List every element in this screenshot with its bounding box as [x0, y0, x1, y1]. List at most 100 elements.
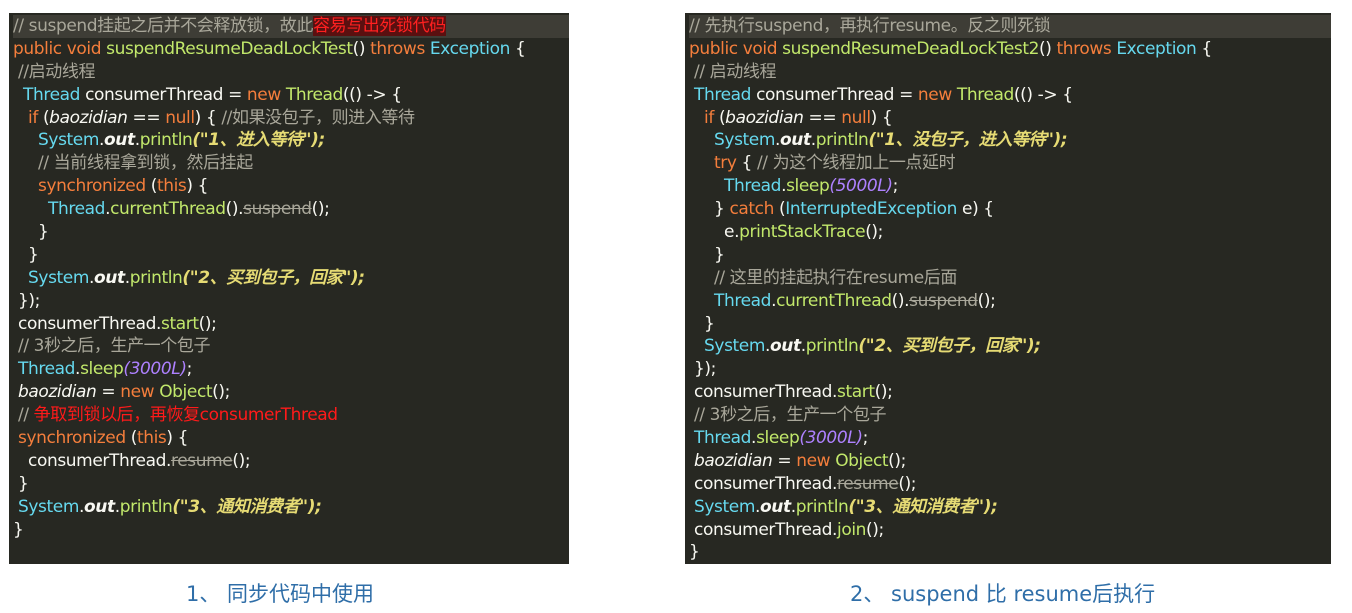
code-line: // 这里的挂起执行在resume后面: [689, 267, 1331, 290]
code-token: if: [689, 107, 719, 128]
code-token: =: [772, 450, 797, 471]
code-token: (3000L): [123, 359, 187, 380]
code-token: consumerThread.: [689, 382, 838, 403]
code-line: }: [689, 541, 1331, 564]
code-token: System: [689, 496, 755, 517]
code-token: this: [136, 428, 167, 449]
code-token: resume: [837, 473, 899, 494]
code-line: });: [13, 290, 569, 313]
code-line: System.out.println("2、买到包子，回家");: [13, 267, 569, 290]
code-token: try: [689, 153, 742, 174]
code-line: // 当前线程拿到锁，然后挂起: [13, 152, 569, 175]
code-token: Exception: [1116, 38, 1197, 59]
code-token: out: [94, 267, 125, 288]
code-token: new: [246, 84, 286, 105]
code-line: baozidian = new Object();: [13, 381, 569, 404]
code-token: ;: [186, 359, 193, 380]
code-token: 容易写出死锁代码: [312, 16, 446, 36]
code-token: null: [165, 107, 195, 128]
code-line: // 启动线程: [689, 61, 1331, 84]
code-token: consumerThread =: [756, 84, 918, 105]
code-token: sleep: [786, 176, 830, 197]
code-line: Thread.sleep(5000L);: [689, 175, 1331, 198]
code-token: Thread: [13, 84, 86, 105]
code-token: throws: [370, 38, 430, 59]
code-line: System.out.println("3、通知消费者");: [13, 496, 569, 519]
code-token: ("1、进入等待");: [192, 130, 325, 151]
code-token: ) {: [166, 428, 189, 449]
code-token: currentThread: [776, 290, 892, 311]
code-line: Thread consumerThread = new Thread(() ->…: [689, 84, 1331, 107]
code-token: ("3、通知消费者");: [172, 496, 322, 517]
code-token: // 先执行suspend，再执行resume。反之则死锁: [689, 16, 1051, 36]
code-token: ();: [198, 313, 217, 334]
code-token: ();: [311, 199, 330, 220]
code-token: start: [161, 313, 199, 334]
code-token: println: [139, 130, 193, 151]
code-token: =: [96, 382, 121, 403]
code-token: // 3秒之后，生产一个包子: [689, 405, 887, 426]
code-token: new: [917, 84, 957, 105]
code-token: ) {: [186, 176, 209, 197]
code-token: consumerThread =: [85, 84, 247, 105]
code-token: Thread: [689, 290, 772, 311]
code-line: consumerThread.join();: [689, 519, 1331, 542]
code-line: });: [689, 358, 1331, 381]
code-line: }: [689, 244, 1331, 267]
code-token: Thread: [13, 199, 106, 220]
code-token: System: [13, 130, 100, 151]
code-line: System.out.println("3、通知消费者");: [689, 496, 1331, 519]
code-token: }: [689, 313, 715, 334]
code-token: }: [689, 244, 725, 265]
code-line: // 争取到锁以后，再恢复consumerThread: [13, 404, 569, 427]
code-line: consumerThread.start();: [13, 313, 569, 336]
code-token: System: [689, 336, 766, 357]
code-line: } catch (InterruptedException e) {: [689, 198, 1331, 221]
code-token: consumerThread.: [689, 519, 838, 540]
code-token: baozidian: [13, 382, 97, 403]
code-token: ();: [212, 382, 230, 403]
code-token: out: [760, 496, 791, 517]
code-line: }: [13, 473, 569, 496]
code-token: }: [13, 244, 39, 265]
code-token: (3000L): [799, 428, 863, 449]
code-token: this: [156, 176, 187, 197]
code-token: ("2、买到包子，回家");: [858, 336, 1041, 357]
code-token: Object: [835, 450, 889, 471]
code-line: }: [13, 519, 569, 542]
code-token: //启动线程: [13, 61, 96, 82]
code-line: // suspend挂起之后并不会释放锁，故此容易写出死锁代码: [13, 15, 569, 38]
code-token: suspend: [909, 290, 978, 311]
code-token: synchronized: [13, 428, 131, 449]
code-token: println: [119, 496, 173, 517]
code-line: try { // 为这个线程加上一点延时: [689, 152, 1331, 175]
code-line: consumerThread.start();: [689, 381, 1331, 404]
code-token: suspend: [243, 199, 312, 220]
code-token: println: [795, 496, 849, 517]
code-token: baozidian: [49, 107, 128, 128]
code-token: Thread: [13, 359, 76, 380]
code-token: ();: [232, 450, 251, 471]
code-line: consumerThread.resume();: [689, 473, 1331, 496]
code-line: synchronized (this) {: [13, 427, 569, 450]
code-line: Thread.currentThread().suspend();: [13, 198, 569, 221]
code-line: public void suspendResumeDeadLockTest2()…: [689, 38, 1331, 61]
code-line: System.out.println("2、买到包子，回家");: [689, 335, 1331, 358]
code-token: ("1、没包子，进入等待");: [868, 130, 1068, 151]
code-token: {: [509, 38, 526, 59]
code-token: (() -> {: [342, 84, 402, 105]
code-token: synchronized: [13, 176, 151, 197]
code-line: // 3秒之后，生产一个包子: [689, 404, 1331, 427]
code-token: ();: [888, 450, 906, 471]
code-token: ) {: [194, 107, 222, 128]
code-panel-right: // 先执行suspend，再执行resume。反之则死锁 public void…: [685, 13, 1331, 564]
code-token: System: [13, 496, 79, 517]
code-token: }: [13, 473, 29, 494]
code-token: consumerThread.: [689, 473, 838, 494]
code-token: new: [120, 382, 160, 403]
code-token: throws: [1056, 38, 1117, 59]
code-token: InterruptedException: [785, 199, 957, 220]
code-token: e) {: [957, 199, 994, 220]
code-line: synchronized (this) {: [13, 175, 569, 198]
code-token: }: [689, 542, 700, 563]
